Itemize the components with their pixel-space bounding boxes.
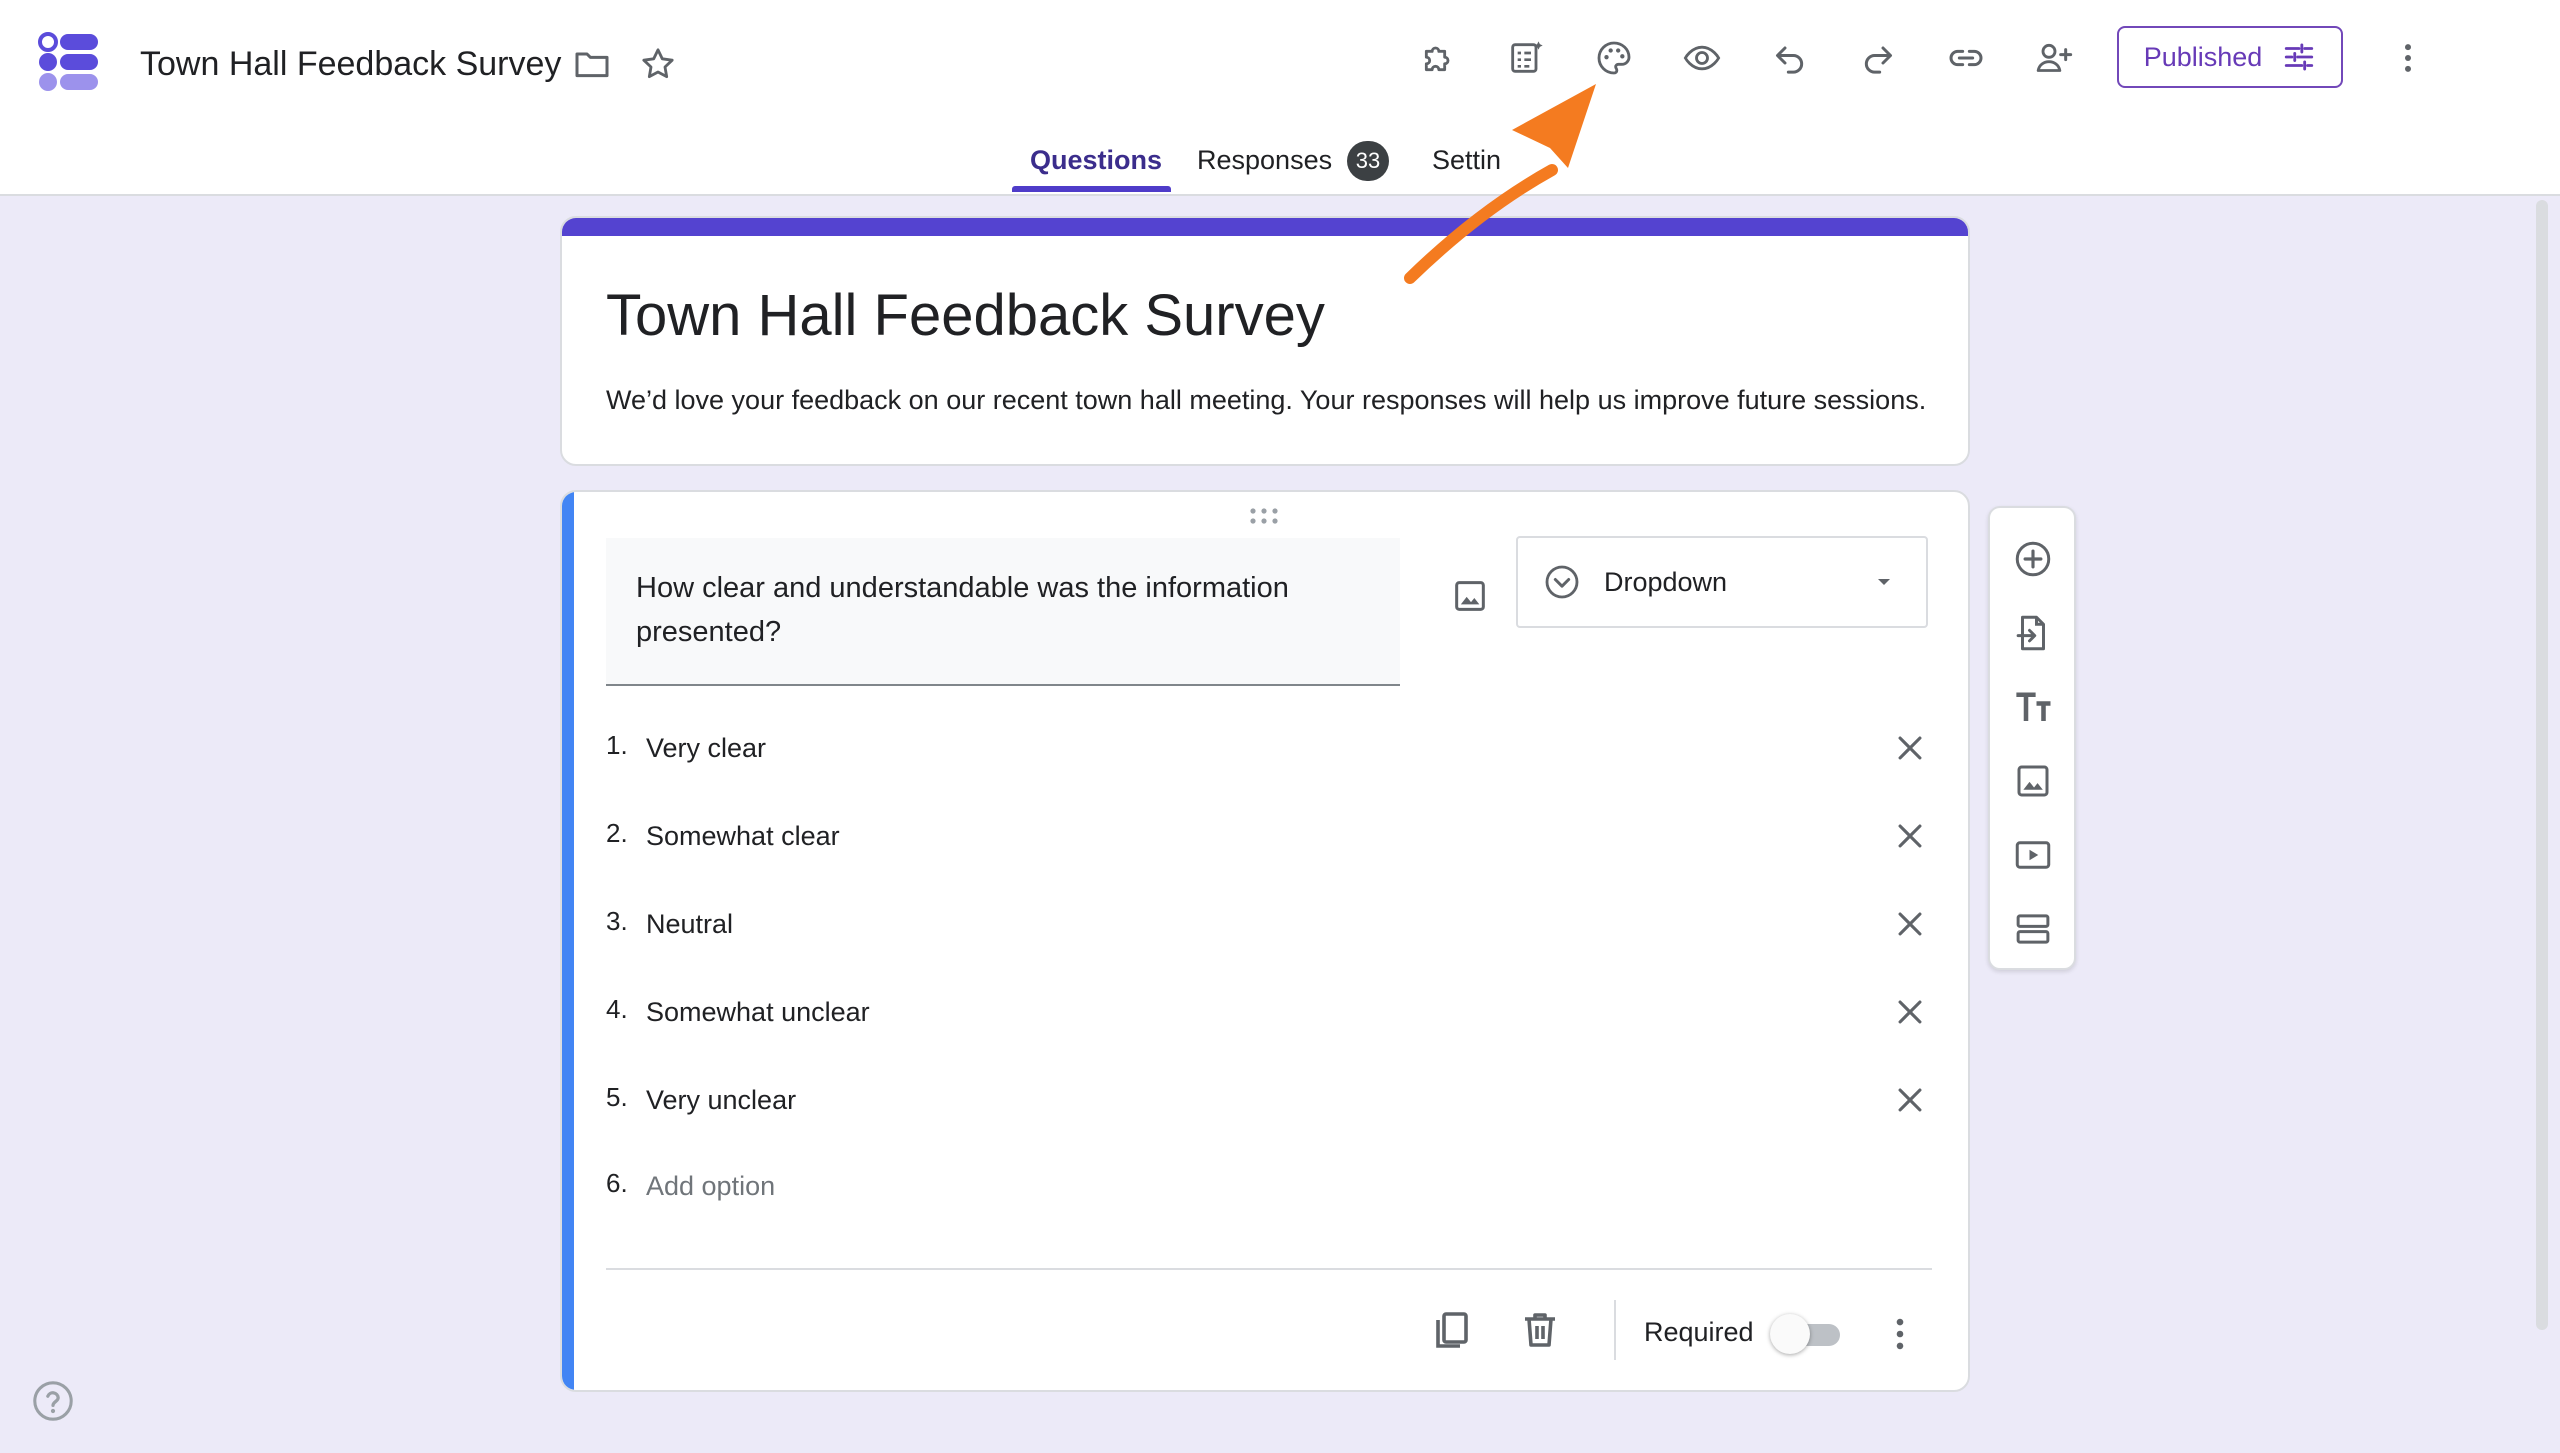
add-section-icon[interactable] (2002, 898, 2064, 960)
option-label[interactable]: Somewhat unclear (646, 992, 870, 1032)
tab-responses[interactable]: Responses (1197, 140, 1332, 180)
caret-down-icon (1872, 570, 1896, 594)
remove-option-icon[interactable] (1884, 986, 1936, 1038)
option-number: 2. (606, 818, 628, 848)
document-title[interactable]: Town Hall Feedback Survey (140, 40, 561, 88)
form-title-card[interactable]: Town Hall Feedback Survey We’d love your… (560, 216, 1970, 466)
addons-icon[interactable] (1408, 28, 1468, 88)
add-collaborator-icon[interactable] (2024, 28, 2084, 88)
forms-logo[interactable] (36, 30, 102, 92)
option-label[interactable]: Very unclear (646, 1080, 796, 1120)
delete-icon[interactable] (1516, 1306, 1564, 1354)
active-question-bar (562, 492, 574, 1390)
remove-option-icon[interactable] (1884, 898, 1936, 950)
dropdown-type-icon (1542, 562, 1582, 602)
add-option-input[interactable]: Add option (646, 1166, 775, 1206)
tab-questions[interactable]: Questions (1030, 140, 1162, 180)
add-question-image-icon[interactable] (1430, 556, 1510, 636)
remove-option-icon[interactable] (1884, 722, 1936, 774)
option-row: 5. Very unclear (606, 1070, 1936, 1130)
import-questions-icon[interactable] (2002, 602, 2064, 664)
active-tab-indicator (1012, 186, 1171, 192)
option-label[interactable]: Very clear (646, 728, 766, 768)
question-text-input[interactable]: How clear and understandable was the inf… (606, 538, 1400, 686)
preview-eye-icon[interactable] (1672, 28, 1732, 88)
option-label[interactable]: Neutral (646, 904, 733, 944)
star-icon[interactable] (628, 34, 688, 94)
required-toggle[interactable] (1770, 1314, 1844, 1354)
undo-icon[interactable] (1760, 28, 1820, 88)
add-video-icon[interactable] (2002, 824, 2064, 886)
publish-settings-icon (2282, 40, 2316, 74)
responses-count-badge: 33 (1347, 141, 1389, 181)
published-button[interactable]: Published (2117, 26, 2343, 88)
published-label: Published (2143, 41, 2263, 72)
option-row: 1. Very clear (606, 718, 1936, 778)
page-scrollbar[interactable] (2536, 200, 2548, 1330)
app-header: Town Hall Feedback Survey Published Ques… (0, 0, 2560, 196)
ai-checklist-icon[interactable] (1496, 28, 1556, 88)
question-more-icon[interactable] (1878, 1312, 1922, 1356)
theme-color-bar (562, 218, 1968, 236)
option-number: 1. (606, 730, 628, 760)
more-vert-icon[interactable] (2378, 28, 2438, 88)
toggle-thumb (1770, 1314, 1810, 1354)
add-question-icon[interactable] (2002, 528, 2064, 590)
floating-side-toolbar (1988, 506, 2076, 970)
duplicate-icon[interactable] (1428, 1306, 1476, 1354)
drag-handle-icon[interactable] (1248, 506, 1280, 526)
redo-icon[interactable] (1848, 28, 1908, 88)
card-footer-divider (606, 1268, 1932, 1270)
remove-option-icon[interactable] (1884, 1074, 1936, 1126)
add-image-icon[interactable] (2002, 750, 2064, 812)
question-card[interactable]: How clear and understandable was the inf… (560, 490, 1970, 1392)
form-description[interactable]: We’d love your feedback on our recent to… (606, 380, 1926, 420)
folder-icon[interactable] (562, 34, 622, 94)
palette-icon[interactable] (1584, 28, 1644, 88)
add-option-row: 6. Add option (606, 1156, 1936, 1216)
option-number: 6. (606, 1168, 628, 1198)
option-number: 4. (606, 994, 628, 1024)
tab-settings[interactable]: Settin (1432, 140, 1501, 180)
option-number: 3. (606, 906, 628, 936)
help-icon[interactable] (30, 1378, 76, 1424)
option-row: 2. Somewhat clear (606, 806, 1936, 866)
required-label: Required (1644, 1317, 1754, 1347)
remove-option-icon[interactable] (1884, 810, 1936, 862)
option-number: 5. (606, 1082, 628, 1112)
question-type-select[interactable]: Dropdown (1516, 536, 1928, 628)
link-icon[interactable] (1936, 28, 1996, 88)
option-label[interactable]: Somewhat clear (646, 816, 840, 856)
option-row: 3. Neutral (606, 894, 1936, 954)
option-row: 4. Somewhat unclear (606, 982, 1936, 1042)
add-title-icon[interactable] (2002, 676, 2064, 738)
question-type-label: Dropdown (1604, 566, 1728, 597)
footer-separator (1614, 1300, 1616, 1360)
form-title[interactable]: Town Hall Feedback Survey (606, 278, 1325, 354)
